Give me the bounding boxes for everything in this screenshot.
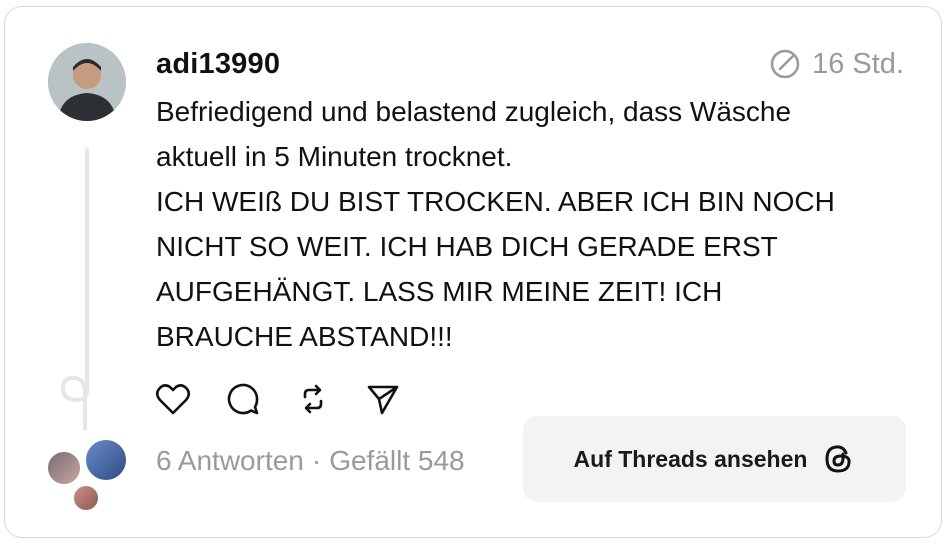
post-text-line: aktuell in 5 Minuten trocknet. <box>156 141 513 172</box>
post-text-line: ICH WEIß DU BIST TROCKEN. ABER ICH BIN N… <box>156 186 835 217</box>
post-text-line: BRAUCHE ABSTAND!!! <box>156 321 453 352</box>
reply-avatar <box>84 438 128 482</box>
thread-line <box>85 148 89 376</box>
avatar[interactable] <box>48 43 126 121</box>
action-bar <box>154 380 402 418</box>
replies-count[interactable]: 6 Antworten <box>156 445 304 476</box>
engagement-summary: 6 Antworten · Gefällt 548 <box>156 445 465 477</box>
share-icon[interactable] <box>364 380 402 418</box>
thread-loop <box>60 370 89 430</box>
pen-clock-icon <box>770 49 800 79</box>
reply-avatar <box>72 484 100 512</box>
post-text-line: Befriedigend und belastend zugleich, das… <box>156 96 792 127</box>
likes-count[interactable]: Gefällt 548 <box>329 445 464 476</box>
heart-icon[interactable] <box>154 380 192 418</box>
timestamp-text: 16 Std. <box>812 47 904 80</box>
timestamp: 16 Std. <box>768 47 904 81</box>
view-on-threads-label: Auf Threads ansehen <box>573 445 808 472</box>
reply-avatar <box>46 450 82 486</box>
threads-logo-icon <box>825 445 852 473</box>
view-on-threads-button[interactable]: Auf Threads ansehen <box>523 416 906 502</box>
post-text: Befriedigend und belastend zugleich, das… <box>156 89 916 359</box>
comment-icon[interactable] <box>224 380 262 418</box>
reply-avatars[interactable] <box>44 438 134 516</box>
username[interactable]: adi13990 <box>156 48 280 81</box>
separator: · <box>311 445 322 476</box>
post-text-line: NICHT SO WEIT. ICH HAB DICH GERADE ERST <box>156 231 778 262</box>
post-text-line: AUFGEHÄNGT. LASS MIR MEINE ZEIT! ICH <box>156 276 723 307</box>
repost-icon[interactable] <box>294 380 332 418</box>
